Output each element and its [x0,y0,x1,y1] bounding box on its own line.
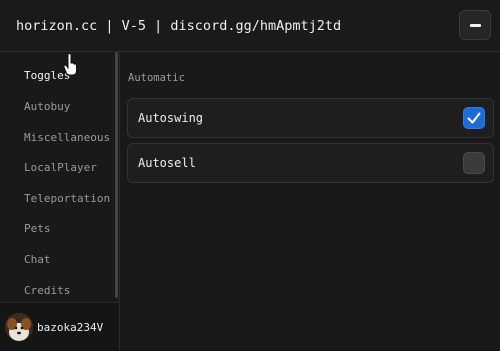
user-profile: bazoka234V [0,302,119,351]
toggle-row-autoswing[interactable]: Autoswing [127,98,494,138]
app-window: horizon.cc | V-5 | discord.gg/hmApmtj2td… [0,0,500,351]
sidebar-item-miscellaneous[interactable]: Miscellaneous [24,131,110,144]
title-bar[interactable]: horizon.cc | V-5 | discord.gg/hmApmtj2td [0,0,500,52]
minus-icon [470,24,481,27]
autoswing-checkbox[interactable] [463,107,485,129]
sidebar-item-credits[interactable]: Credits [24,284,70,297]
sidebar-item-teleportation[interactable]: Teleportation [24,192,110,205]
toggle-label-autosell: Autosell [138,156,196,170]
minimize-button[interactable] [459,10,491,40]
section-header-automatic: Automatic [128,72,185,84]
toggle-row-autosell[interactable]: Autosell [127,143,494,183]
toggle-label-autoswing: Autoswing [138,111,204,125]
sidebar-item-chat[interactable]: Chat [24,253,51,266]
sidebar-scrollbar[interactable] [115,52,118,298]
avatar-icon [5,313,33,341]
username: bazoka234V [37,321,104,334]
sidebar-item-autobuy[interactable]: Autobuy [24,100,70,113]
hand-cursor-icon [63,53,77,76]
autosell-checkbox[interactable] [463,152,485,174]
checkmark-icon [467,112,481,124]
sidebar-item-pets[interactable]: Pets [24,222,51,235]
window-title: horizon.cc | V-5 | discord.gg/hmApmtj2td [16,18,342,34]
sidebar-item-localplayer[interactable]: LocalPlayer [24,161,97,174]
